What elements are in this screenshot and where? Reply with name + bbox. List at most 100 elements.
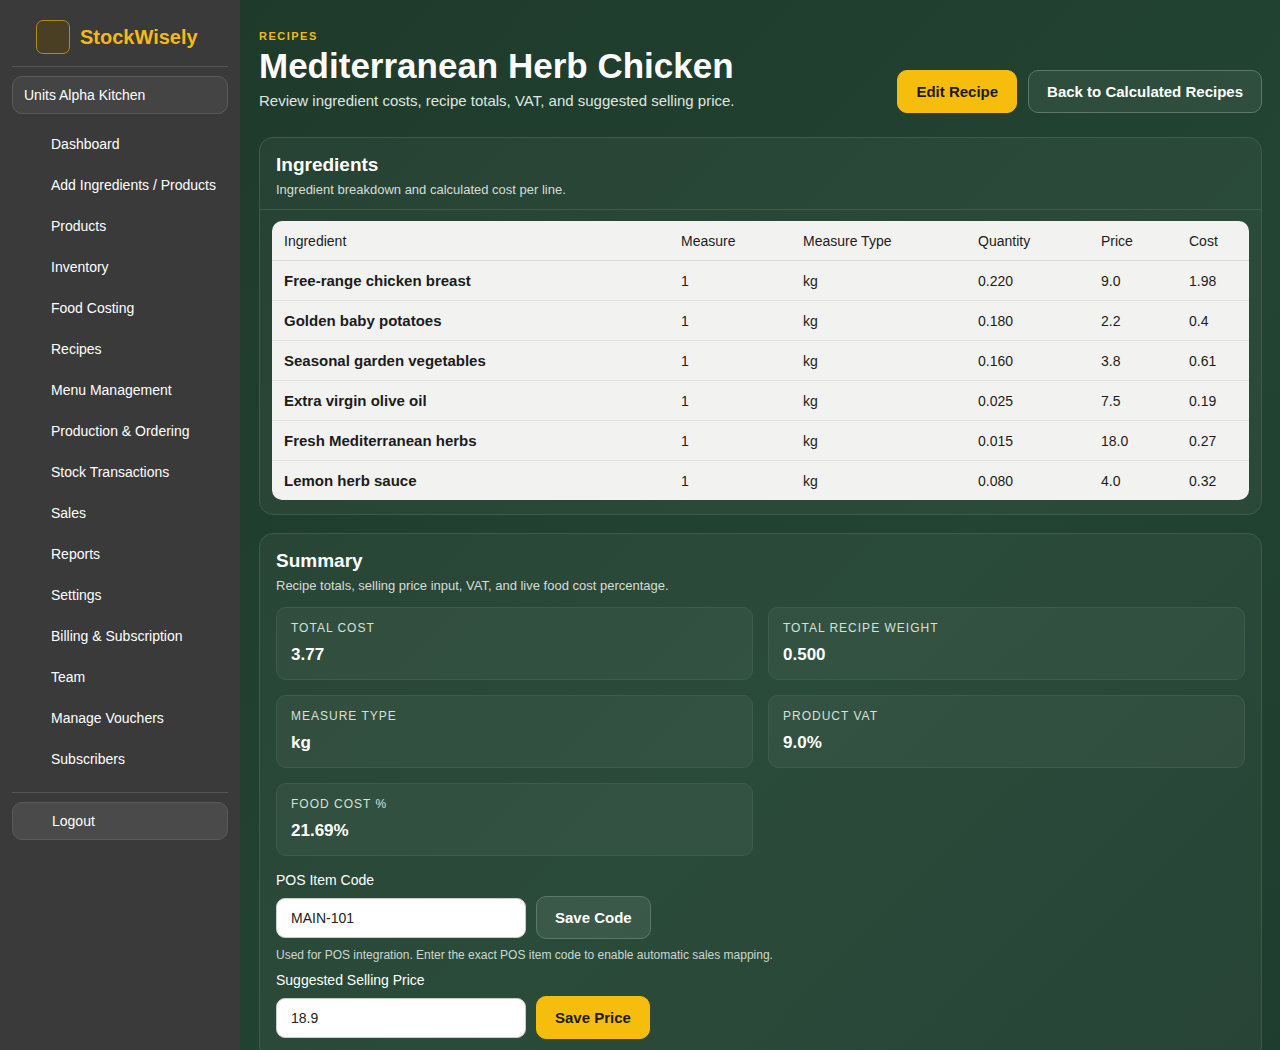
stat-value: 3.77 — [291, 645, 738, 665]
summary-card: Summary Recipe totals, selling price inp… — [259, 533, 1262, 1050]
sidebar-item[interactable]: Billing & Subscription — [12, 616, 228, 657]
logout-button[interactable]: Logout — [12, 802, 228, 840]
card-subtitle: Recipe totals, selling price input, VAT,… — [276, 578, 1245, 593]
card-subtitle: Ingredient breakdown and calculated cost… — [276, 182, 1245, 197]
sidebar-item[interactable]: Reports — [12, 534, 228, 575]
table-row: Seasonal garden vegetables1kg0.1603.80.6… — [272, 341, 1249, 381]
back-button[interactable]: Back to Calculated Recipes — [1028, 70, 1262, 113]
table-cell: 0.025 — [966, 381, 1089, 421]
table-cell: 1 — [669, 301, 791, 341]
table-cell: kg — [791, 461, 966, 501]
column-header: Quantity — [966, 221, 1089, 261]
sidebar: StockWisely Units Alpha Kitchen Dashboar… — [0, 0, 240, 1050]
ingredients-table: IngredientMeasureMeasure TypeQuantityPri… — [272, 221, 1249, 500]
price-input[interactable] — [276, 998, 526, 1038]
table-cell: 2.2 — [1089, 301, 1177, 341]
table-cell: 0.220 — [966, 261, 1089, 301]
table-cell: Seasonal garden vegetables — [272, 341, 669, 381]
table-cell: 0.32 — [1177, 461, 1249, 501]
sidebar-item[interactable]: Manage Vouchers — [12, 698, 228, 739]
table-cell: kg — [791, 301, 966, 341]
table-cell: 0.61 — [1177, 341, 1249, 381]
table-cell: Lemon herb sauce — [272, 461, 669, 501]
table-cell: 0.080 — [966, 461, 1089, 501]
ingredients-card: Ingredients Ingredient breakdown and cal… — [259, 137, 1262, 515]
page-subtitle: Review ingredient costs, recipe totals, … — [259, 92, 735, 109]
page: StockWisely Units Alpha Kitchen Dashboar… — [0, 0, 1280, 1050]
card-title: Ingredients — [276, 154, 1245, 176]
table-row: Golden baby potatoes1kg0.1802.20.4 — [272, 301, 1249, 341]
table-cell: 1 — [669, 421, 791, 461]
table-cell: 1 — [669, 341, 791, 381]
column-header: Measure — [669, 221, 791, 261]
sidebar-item[interactable]: Products — [12, 206, 228, 247]
column-header: Measure Type — [791, 221, 966, 261]
page-title: Mediterranean Herb Chicken — [259, 47, 735, 86]
table-cell: 0.015 — [966, 421, 1089, 461]
table-cell: 1.98 — [1177, 261, 1249, 301]
table-cell: kg — [791, 341, 966, 381]
sidebar-item[interactable]: Add Ingredients / Products — [12, 165, 228, 206]
sidebar-item[interactable]: Inventory — [12, 247, 228, 288]
table-row: Fresh Mediterranean herbs1kg0.01518.00.2… — [272, 421, 1249, 461]
field-label: POS Item Code — [276, 872, 1245, 888]
sidebar-item[interactable]: Recipes — [12, 329, 228, 370]
table-row: Free-range chicken breast1kg0.2209.01.98 — [272, 261, 1249, 301]
table-cell: 0.4 — [1177, 301, 1249, 341]
sidebar-item[interactable]: Dashboard — [12, 124, 228, 165]
table-cell: kg — [791, 381, 966, 421]
sidebar-item[interactable]: Subscribers — [12, 739, 228, 780]
table-row: Extra virgin olive oil1kg0.0257.50.19 — [272, 381, 1249, 421]
pos-code-input[interactable] — [276, 898, 526, 938]
table-cell: 7.5 — [1089, 381, 1177, 421]
stat-card: TOTAL COST 3.77 — [276, 607, 753, 680]
help-text: Used for POS integration. Enter the exac… — [276, 948, 1245, 962]
main-content: RECIPES Mediterranean Herb Chicken Revie… — [240, 0, 1280, 1050]
table-cell: 18.0 — [1089, 421, 1177, 461]
stat-label: TOTAL COST — [291, 621, 738, 635]
stat-label: MEASURE TYPE — [291, 709, 738, 723]
table-cell: Golden baby potatoes — [272, 301, 669, 341]
table-cell: 1 — [669, 381, 791, 421]
brand[interactable]: StockWisely — [12, 20, 228, 66]
stat-label: PRODUCT VAT — [783, 709, 1230, 723]
table-cell: 0.180 — [966, 301, 1089, 341]
sidebar-nav: DashboardAdd Ingredients / ProductsProdu… — [12, 124, 228, 792]
card-title: Summary — [276, 550, 1245, 572]
workspace-selector[interactable]: Units Alpha Kitchen — [12, 76, 228, 114]
table-cell: Fresh Mediterranean herbs — [272, 421, 669, 461]
table-cell: 9.0 — [1089, 261, 1177, 301]
stat-card: MEASURE TYPE kg — [276, 695, 753, 768]
table-cell: 4.0 — [1089, 461, 1177, 501]
sidebar-item[interactable]: Menu Management — [12, 370, 228, 411]
save-code-button[interactable]: Save Code — [536, 896, 651, 939]
table-cell: 0.27 — [1177, 421, 1249, 461]
stat-label: TOTAL RECIPE WEIGHT — [783, 621, 1230, 635]
sidebar-item[interactable]: Team — [12, 657, 228, 698]
sidebar-item[interactable]: Sales — [12, 493, 228, 534]
stat-card: TOTAL RECIPE WEIGHT 0.500 — [768, 607, 1245, 680]
table-cell: 1 — [669, 261, 791, 301]
logo-icon — [36, 20, 70, 54]
table-cell: 0.19 — [1177, 381, 1249, 421]
stat-value: 0.500 — [783, 645, 1230, 665]
stat-value: 21.69% — [291, 821, 738, 841]
table-cell: 3.8 — [1089, 341, 1177, 381]
edit-recipe-button[interactable]: Edit Recipe — [897, 70, 1017, 113]
table-cell: kg — [791, 261, 966, 301]
stat-card: PRODUCT VAT 9.0% — [768, 695, 1245, 768]
save-price-button[interactable]: Save Price — [536, 996, 650, 1039]
sidebar-item[interactable]: Settings — [12, 575, 228, 616]
table-row: Lemon herb sauce1kg0.0804.00.32 — [272, 461, 1249, 501]
table-cell: kg — [791, 421, 966, 461]
brand-name: StockWisely — [80, 26, 198, 49]
sidebar-item[interactable]: Food Costing — [12, 288, 228, 329]
stat-value: kg — [291, 733, 738, 753]
stat-value: 9.0% — [783, 733, 1230, 753]
sidebar-item[interactable]: Stock Transactions — [12, 452, 228, 493]
stat-card: FOOD COST % 21.69% — [276, 783, 753, 856]
eyebrow: RECIPES — [259, 30, 735, 42]
sidebar-item[interactable]: Production & Ordering — [12, 411, 228, 452]
page-header: RECIPES Mediterranean Herb Chicken Revie… — [259, 30, 1262, 113]
table-cell: Free-range chicken breast — [272, 261, 669, 301]
